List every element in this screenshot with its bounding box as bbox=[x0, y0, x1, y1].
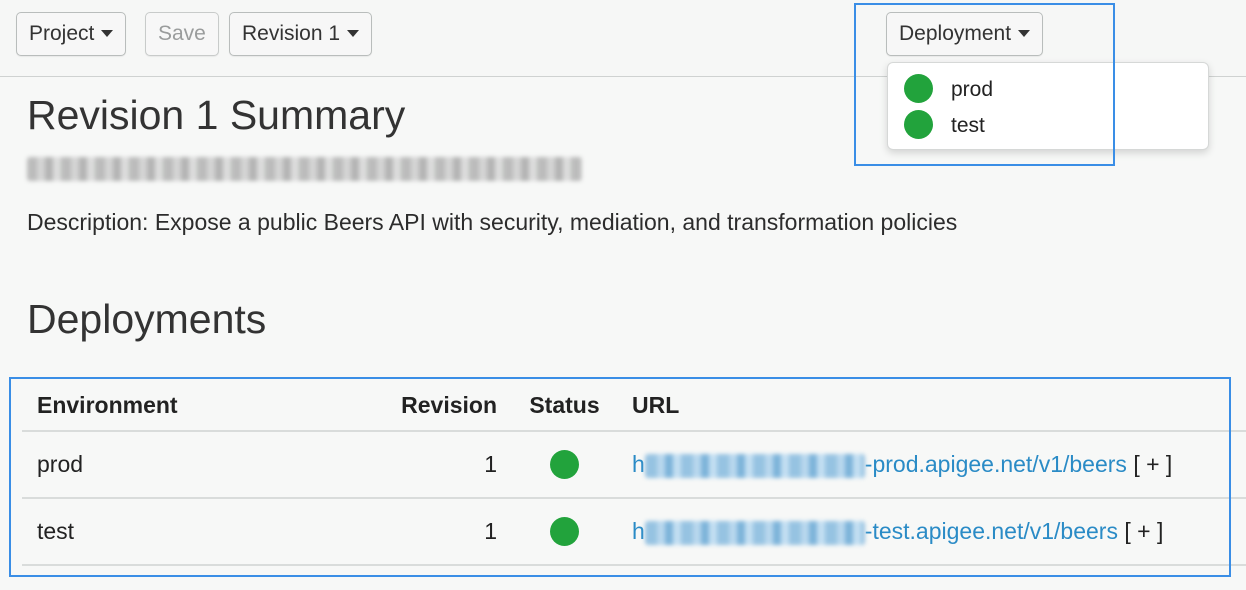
revision-dropdown-button[interactable]: Revision 1 bbox=[229, 12, 373, 56]
project-dropdown-button[interactable]: Project bbox=[16, 12, 127, 56]
caret-down-icon bbox=[347, 29, 360, 37]
deployments-highlight-box bbox=[9, 377, 1231, 577]
description-text: Description: Expose a public Beers API w… bbox=[27, 209, 958, 235]
save-button-label: Save bbox=[158, 22, 206, 45]
project-button-label: Project bbox=[29, 22, 95, 45]
deployment-highlight-box bbox=[854, 3, 1115, 166]
save-button[interactable]: Save bbox=[145, 12, 219, 56]
revision-button-label: Revision 1 bbox=[242, 22, 341, 45]
caret-down-icon bbox=[101, 29, 114, 37]
deployments-heading: Deployments bbox=[27, 296, 267, 342]
redacted-dates-text bbox=[27, 157, 582, 181]
page-title: Revision 1 Summary bbox=[27, 92, 406, 138]
